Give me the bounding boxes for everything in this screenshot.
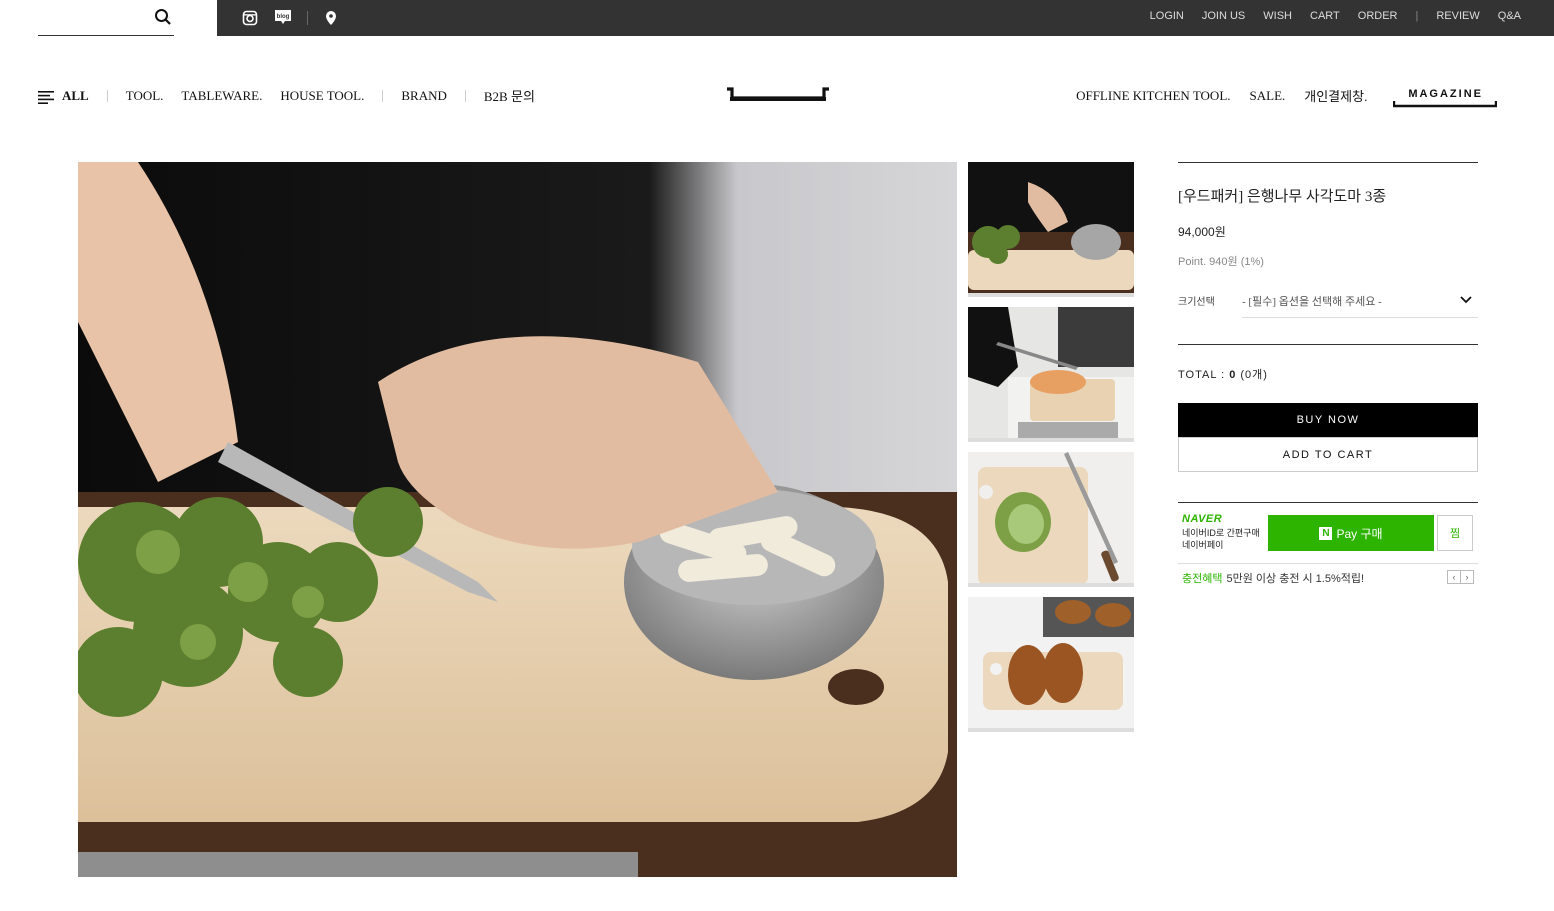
- search-icon[interactable]: [154, 8, 172, 26]
- nav-tool[interactable]: TOOL.: [126, 88, 164, 104]
- svg-text:blog: blog: [277, 14, 290, 20]
- nav-tableware[interactable]: TABLEWARE.: [181, 88, 262, 104]
- size-option-value: - [필수] 옵션을 선택해 주세요 -: [1242, 296, 1382, 308]
- instagram-icon[interactable]: [239, 7, 261, 29]
- benefit-arrows: ‹ ›: [1447, 570, 1474, 584]
- product-title: [우드패커] 은행나무 사각도마 3종: [1178, 189, 1387, 205]
- divider: |: [1415, 10, 1419, 22]
- naver-logo: NAVER: [1182, 513, 1223, 525]
- location-pin-icon[interactable]: [320, 7, 342, 29]
- size-option-select[interactable]: - [필수] 옵션을 선택해 주세요 -: [1242, 285, 1478, 318]
- benefit-title: 충전혜택: [1182, 573, 1223, 585]
- total-label: TOTAL :: [1178, 369, 1230, 381]
- divider: [1178, 344, 1478, 345]
- top-bar: blog LOGIN JOIN US WISH CART ORDER | REV…: [217, 0, 1554, 36]
- review-link[interactable]: REVIEW: [1436, 10, 1479, 22]
- divider: [1178, 563, 1478, 564]
- nav-b2b[interactable]: B2B 문의: [484, 86, 535, 105]
- naver-pay-section: NAVER 네이버ID로 간편구매 네이버페이 N Pay 구매 찜 충전혜택 5…: [1178, 502, 1478, 586]
- main-nav-right: OFFLINE KITCHEN TOOL. SALE. 개인결제창. MAGAZ…: [1057, 86, 1498, 107]
- total-value: 0: [1229, 369, 1237, 381]
- nav-magazine[interactable]: MAGAZINE: [1393, 87, 1498, 107]
- naver-wish-button[interactable]: 찜: [1437, 515, 1473, 551]
- main-nav-left: ALL TOOL. TABLEWARE. HOUSE TOOL. BRAND B…: [38, 86, 553, 105]
- product-detail-panel: [우드패커] 은행나무 사각도마 3종 94,000원 Point. 940원 …: [1178, 162, 1478, 585]
- buy-now-button[interactable]: BUY NOW: [1178, 403, 1478, 437]
- chevron-right-icon[interactable]: ›: [1460, 570, 1474, 584]
- divider: [106, 89, 108, 102]
- blog-icon[interactable]: blog: [272, 7, 294, 29]
- nav-all[interactable]: ALL: [62, 88, 89, 104]
- magazine-underline-icon: [1393, 100, 1498, 107]
- benefit-text: 5만원 이상 충전 시 1.5%적립!: [1226, 573, 1365, 585]
- nav-offline-kitchen-tool[interactable]: OFFLINE KITCHEN TOOL.: [1076, 88, 1230, 104]
- naver-pay-button[interactable]: N Pay 구매: [1268, 515, 1434, 551]
- divider: [464, 89, 466, 102]
- join-link[interactable]: JOIN US: [1202, 10, 1245, 22]
- naver-pay-label: Pay 구매: [1336, 526, 1383, 541]
- nav-sale[interactable]: SALE.: [1250, 88, 1286, 104]
- chevron-left-icon[interactable]: ‹: [1447, 570, 1461, 584]
- size-option-label: 크기선택: [1178, 297, 1215, 308]
- menu-icon[interactable]: [38, 91, 54, 104]
- magazine-label: MAGAZINE: [1408, 87, 1483, 100]
- divider: [382, 89, 384, 102]
- order-link[interactable]: ORDER: [1358, 10, 1398, 22]
- chevron-down-icon: [1460, 296, 1472, 304]
- nav-house-tool[interactable]: HOUSE TOOL.: [280, 88, 364, 104]
- total-count: (0개): [1240, 369, 1268, 381]
- utility-links: LOGIN JOIN US WISH CART ORDER | REVIEW Q…: [1132, 10, 1521, 22]
- add-to-cart-button[interactable]: ADD TO CART: [1178, 437, 1478, 472]
- product-thumbnail-3[interactable]: [968, 452, 1134, 587]
- product-point: Point. 940원 (1%): [1178, 256, 1264, 268]
- login-link[interactable]: LOGIN: [1150, 10, 1184, 22]
- product-price: 94,000원: [1178, 225, 1226, 239]
- qna-link[interactable]: Q&A: [1498, 10, 1521, 22]
- product-thumbnail-1[interactable]: [968, 162, 1134, 297]
- cart-link[interactable]: CART: [1310, 10, 1340, 22]
- divider: [307, 11, 308, 25]
- site-logo[interactable]: [726, 86, 830, 109]
- product-main-image[interactable]: [78, 162, 957, 877]
- wish-link[interactable]: WISH: [1263, 10, 1292, 22]
- product-thumbnail-4[interactable]: [968, 597, 1134, 732]
- search-box[interactable]: [38, 0, 174, 36]
- naver-benefit: 충전혜택 5만원 이상 충전 시 1.5%적립!: [1182, 570, 1364, 586]
- naver-n-icon: N: [1319, 526, 1333, 540]
- product-thumbnail-2[interactable]: [968, 307, 1134, 442]
- nav-brand[interactable]: BRAND: [401, 88, 447, 104]
- total-summary: TOTAL : 0 (0개): [1178, 366, 1268, 382]
- naver-description: 네이버ID로 간편구매 네이버페이: [1182, 528, 1260, 550]
- nav-personal-payment[interactable]: 개인결제창.: [1304, 86, 1367, 105]
